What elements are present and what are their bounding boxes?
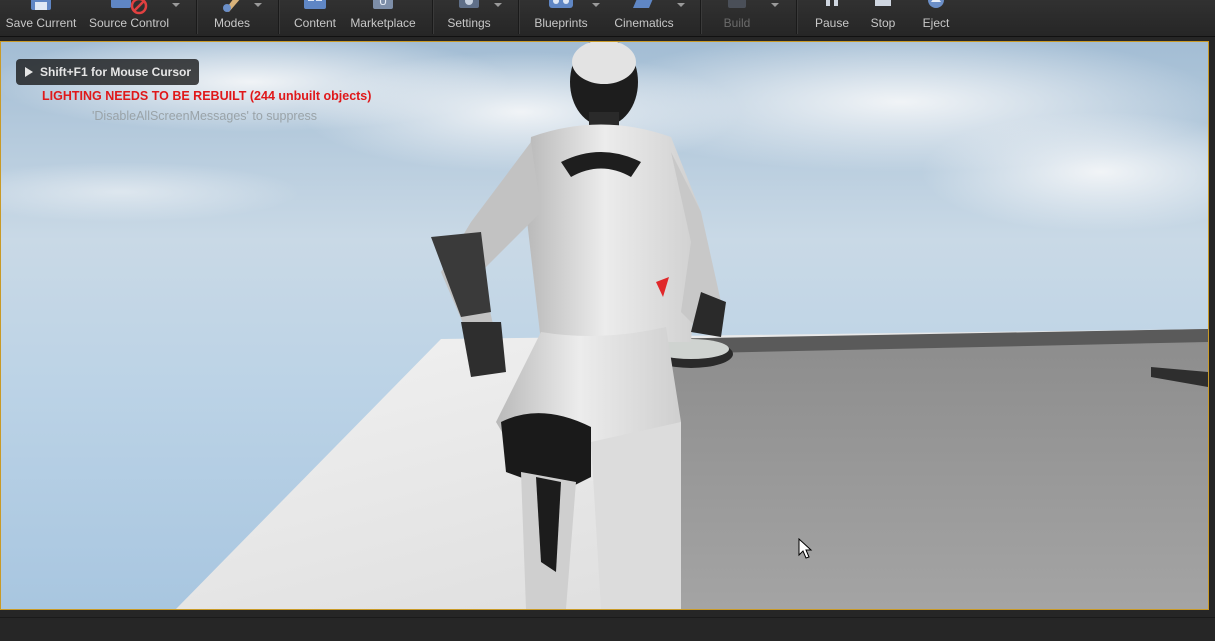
toolbar-separator — [796, 0, 798, 34]
toolbar-separator — [518, 0, 520, 34]
save-current-label: Save Current — [5, 16, 77, 30]
marketplace-button[interactable]: U Marketplace — [348, 0, 418, 34]
blueprints-dropdown-caret[interactable] — [592, 3, 600, 7]
pause-button[interactable]: Pause — [812, 0, 852, 34]
source-control-icon — [111, 0, 148, 15]
eject-icon — [928, 0, 944, 8]
stop-label: Stop — [870, 16, 896, 30]
svg-text:U: U — [379, 0, 387, 8]
mouse-cursor-hint: Shift+F1 for Mouse Cursor — [16, 59, 200, 85]
stop-icon — [875, 0, 891, 6]
suppress-messages-hint: 'DisableAllScreenMessages' to suppress — [92, 109, 318, 123]
modes-icon — [223, 0, 240, 12]
toolbar-separator — [700, 0, 702, 34]
eject-button[interactable]: Eject — [916, 0, 956, 34]
main-toolbar: Save Current Source Control Modes Conten… — [0, 0, 1215, 37]
settings-icon — [459, 0, 479, 8]
build-button[interactable]: Build — [716, 0, 758, 34]
save-current-button[interactable]: Save Current — [4, 0, 78, 34]
stop-button[interactable]: Stop — [864, 0, 902, 34]
source-control-label: Source Control — [88, 16, 170, 30]
content-label: Content — [293, 16, 337, 30]
mouse-cursor-hint-text: Shift+F1 for Mouse Cursor — [40, 65, 192, 79]
game-scene — [1, 42, 1208, 609]
level-viewport[interactable]: Shift+F1 for Mouse Cursor LIGHTING NEEDS… — [0, 41, 1209, 610]
settings-button[interactable]: Settings — [442, 0, 496, 34]
cinematics-button[interactable]: Cinematics — [610, 0, 678, 34]
build-icon — [728, 0, 746, 8]
blueprints-button[interactable]: Blueprints — [530, 0, 592, 34]
save-icon — [31, 0, 51, 10]
marketplace-label: Marketplace — [350, 16, 416, 30]
toolbar-separator — [196, 0, 198, 34]
eject-label: Eject — [922, 16, 950, 30]
source-control-dropdown-caret[interactable] — [172, 3, 180, 7]
pause-icon — [826, 0, 838, 6]
content-button[interactable]: Content — [290, 0, 340, 34]
blueprints-icon — [549, 0, 573, 8]
content-browser-icon — [304, 0, 326, 9]
settings-label: Settings — [447, 16, 491, 30]
modes-dropdown-caret[interactable] — [254, 3, 262, 7]
cinematics-label: Cinematics — [614, 16, 674, 30]
build-label: Build — [723, 16, 751, 30]
modes-button[interactable]: Modes — [206, 0, 258, 34]
modes-label: Modes — [213, 16, 251, 30]
mouse-pointer-icon — [798, 538, 813, 559]
blueprints-label: Blueprints — [534, 16, 588, 30]
settings-dropdown-caret[interactable] — [494, 3, 502, 7]
source-control-button[interactable]: Source Control — [86, 0, 172, 34]
cinematics-icon — [633, 0, 653, 8]
marketplace-icon: U — [373, 0, 393, 9]
play-arrow-icon — [25, 67, 33, 77]
pause-label: Pause — [814, 16, 850, 30]
toolbar-separator — [432, 0, 434, 34]
cinematics-dropdown-caret[interactable] — [677, 3, 685, 7]
build-dropdown-caret[interactable] — [771, 3, 779, 7]
toolbar-separator — [278, 0, 280, 34]
status-bar — [0, 617, 1215, 641]
lighting-rebuild-warning: LIGHTING NEEDS TO BE REBUILT (244 unbuil… — [42, 89, 372, 103]
